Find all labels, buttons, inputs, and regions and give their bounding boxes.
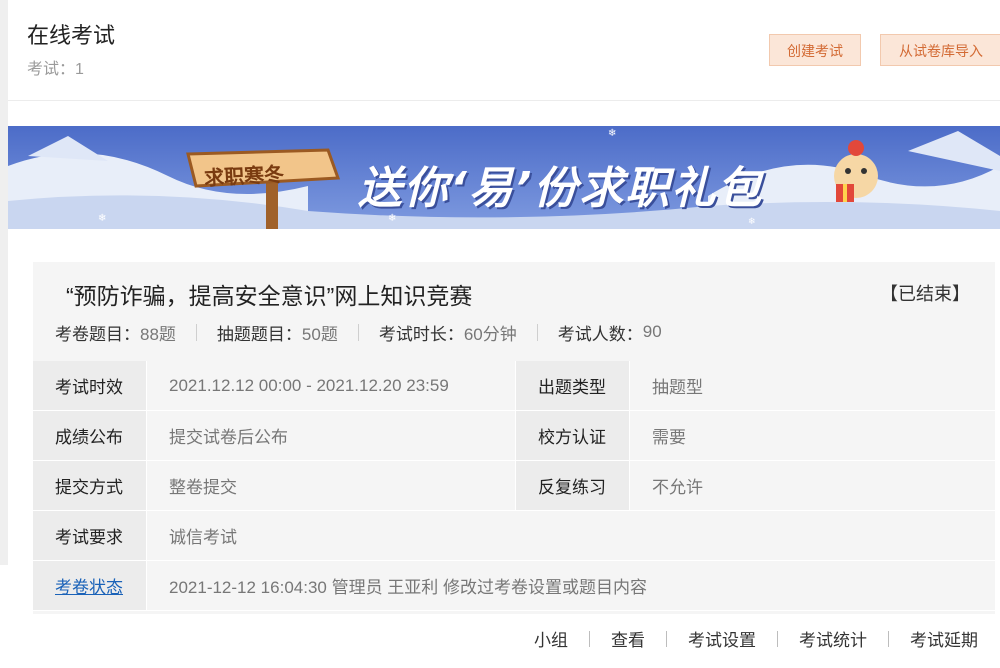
create-exam-button[interactable]: 创建考试 bbox=[769, 34, 861, 66]
action-divider bbox=[666, 630, 667, 647]
exam-status-badge: 【已结束】 bbox=[880, 284, 970, 304]
exam-info-table: 考试时效 2021.12.12 00:00 - 2021.12.20 23:59… bbox=[33, 361, 995, 611]
action-divider bbox=[589, 630, 590, 647]
stat-label: 抽题题目： bbox=[216, 324, 302, 344]
paper-status-link[interactable]: 考卷状态 bbox=[55, 578, 123, 597]
exam-actions: 小组 查看 考试设置 考试统计 考试延期 bbox=[534, 626, 978, 651]
exam-stats-link[interactable]: 考试统计 bbox=[799, 626, 867, 651]
question-type-value: 抽题型 bbox=[630, 361, 995, 411]
validity-label: 考试时效 bbox=[33, 361, 146, 411]
stat-value: 88题 bbox=[140, 324, 176, 344]
action-divider bbox=[888, 630, 889, 647]
paper-status-value: 2021-12-12 16:04:30 管理员 王亚利 修改过考卷设置或题目内容 bbox=[147, 560, 995, 611]
exam-title[interactable]: “预防诈骗，提高安全意识”网上知识竞赛 bbox=[66, 277, 472, 311]
page-title: 在线考试 bbox=[27, 23, 116, 48]
campus-auth-label: 校方认证 bbox=[516, 410, 629, 461]
exam-settings-link[interactable]: 考试设置 bbox=[688, 626, 756, 651]
group-link[interactable]: 小组 bbox=[534, 626, 568, 651]
promo-banner[interactable]: ❄ ❄ ❄ ❄ 求职寒冬 送你‘易’份求职礼包 bbox=[8, 126, 1000, 229]
submit-method-value: 整卷提交 bbox=[147, 460, 515, 511]
stat-divider bbox=[357, 323, 359, 341]
submit-method-label: 提交方式 bbox=[33, 460, 146, 511]
validity-value: 2021.12.12 00:00 - 2021.12.20 23:59 bbox=[147, 361, 515, 411]
action-divider bbox=[777, 630, 778, 647]
requirement-value: 诚信考试 bbox=[147, 510, 995, 561]
question-type-label: 出题类型 bbox=[516, 361, 629, 411]
table-row: 提交方式 整卷提交 反复练习 不允许 bbox=[33, 460, 995, 511]
stat-label: 考试时长： bbox=[378, 324, 464, 344]
requirement-label: 考试要求 bbox=[33, 510, 146, 561]
svg-text:❄: ❄ bbox=[98, 213, 106, 224]
stat-value: 60分钟 bbox=[463, 324, 517, 344]
stat-participants: 考试人数： 90 bbox=[558, 320, 662, 345]
stat-value: 50题 bbox=[301, 324, 338, 344]
paper-status-cell: 考卷状态 bbox=[33, 560, 146, 611]
repeat-practice-label: 反复练习 bbox=[516, 460, 629, 511]
table-row: 考试时效 2021.12.12 00:00 - 2021.12.20 23:59… bbox=[33, 361, 995, 411]
exam-stats: 考卷题目： 88题 抽题题目： 50题 考试时长： 60分钟 考试人数： 90 bbox=[55, 320, 662, 344]
table-row: 成绩公布 提交试卷后公布 校方认证 需要 bbox=[33, 410, 995, 461]
score-publish-value: 提交试卷后公布 bbox=[147, 410, 515, 461]
banner-sign-text: 求职寒冬 bbox=[203, 161, 285, 191]
view-link[interactable]: 查看 bbox=[611, 626, 645, 651]
stat-divider bbox=[536, 323, 538, 341]
exam-card: “预防诈骗，提高安全意识”网上知识竞赛 【已结束】 考卷题目： 88题 抽题题目：… bbox=[33, 262, 995, 614]
page-header: 在线考试 考试：1 创建考试 从试卷库导入 bbox=[8, 0, 1000, 101]
stat-label: 考卷题目： bbox=[55, 324, 140, 344]
exam-count: 考试：1 bbox=[27, 61, 84, 78]
table-row: 考卷状态 2021-12-12 16:04:30 管理员 王亚利 修改过考卷设置… bbox=[33, 560, 995, 611]
campus-auth-value: 需要 bbox=[630, 410, 995, 461]
banner-slogan: 送你‘易’份求职礼包 bbox=[358, 163, 764, 214]
score-publish-label: 成绩公布 bbox=[33, 410, 146, 461]
table-row: 考试要求 诚信考试 bbox=[33, 510, 995, 561]
repeat-practice-value: 不允许 bbox=[630, 460, 995, 511]
stat-value: 90 bbox=[642, 322, 662, 341]
svg-text:❄: ❄ bbox=[608, 128, 616, 139]
stat-divider bbox=[195, 323, 197, 341]
stat-duration: 考试时长： 60分钟 bbox=[379, 320, 517, 345]
svg-text:❄: ❄ bbox=[748, 216, 756, 226]
left-edge bbox=[0, 0, 8, 565]
import-from-library-button[interactable]: 从试卷库导入 bbox=[880, 34, 1000, 66]
stat-label: 考试人数： bbox=[557, 324, 643, 344]
stat-total-questions: 考卷题目： 88题 bbox=[55, 320, 176, 345]
exam-extend-link[interactable]: 考试延期 bbox=[910, 626, 978, 651]
stat-drawn-questions: 抽题题目： 50题 bbox=[217, 320, 338, 345]
